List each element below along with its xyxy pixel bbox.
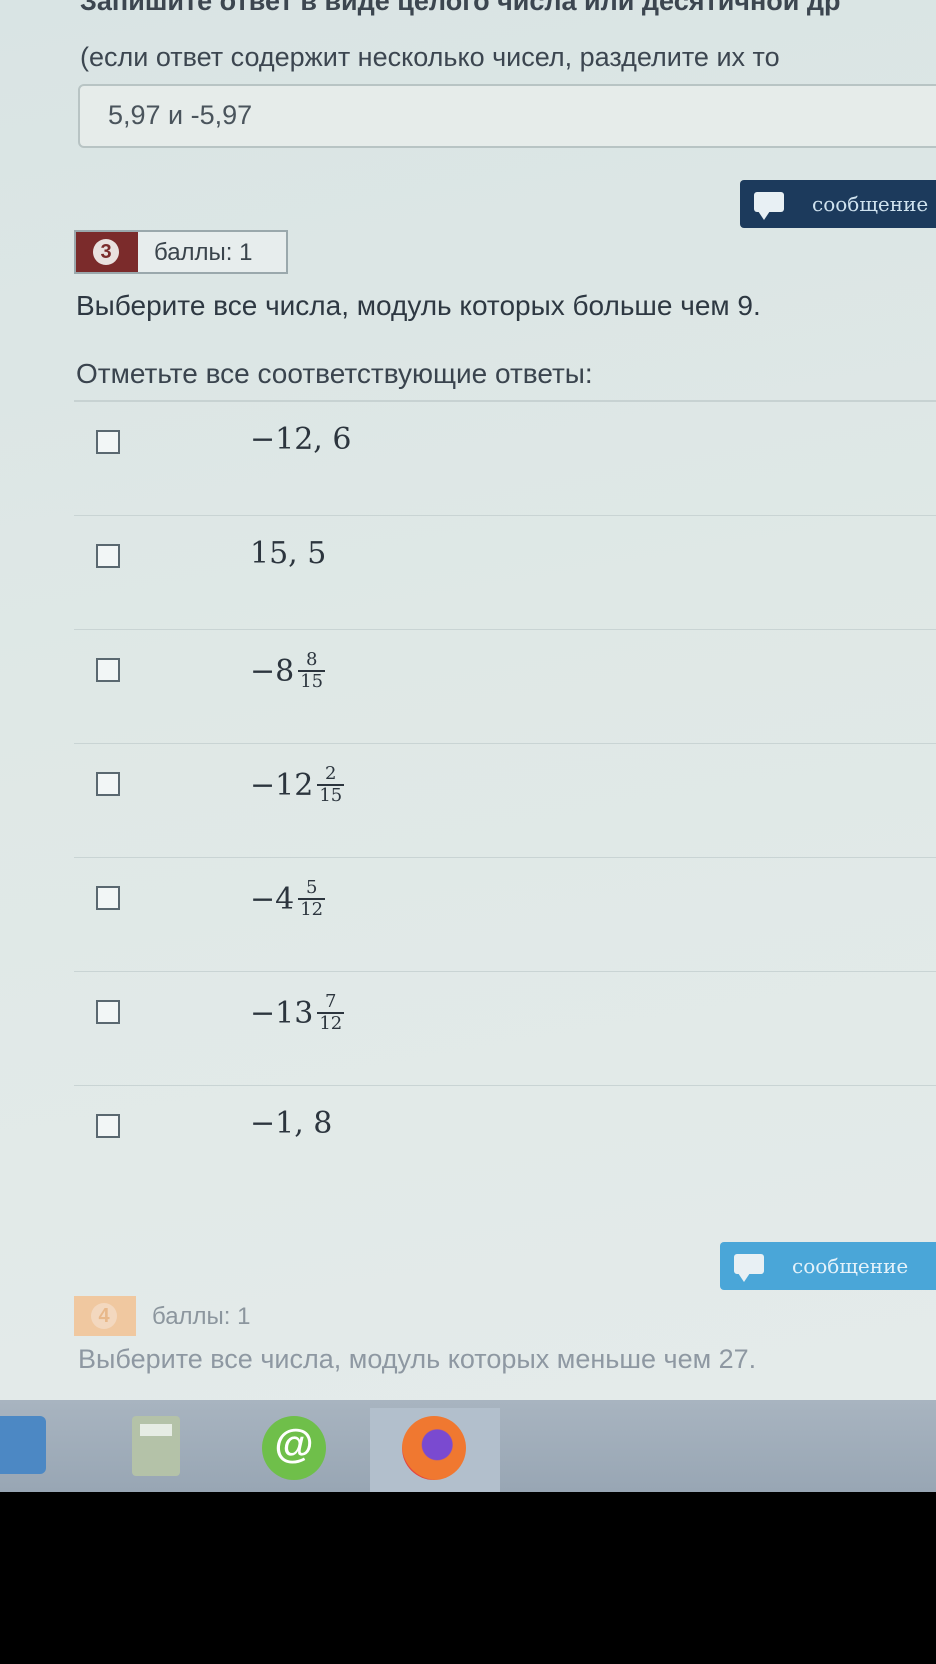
answer-option[interactable]: 15, 5 (74, 516, 936, 630)
option-checkbox[interactable] (96, 1000, 120, 1024)
question-points: баллы: 1 (152, 1303, 251, 1330)
option-checkbox[interactable] (96, 886, 120, 910)
firefox-icon[interactable] (402, 1416, 466, 1480)
message-button[interactable]: сообщение (740, 180, 936, 228)
answer-option[interactable]: −8 8 15 (74, 630, 936, 744)
option-checkbox[interactable] (96, 1114, 120, 1138)
option-checkbox[interactable] (96, 658, 120, 682)
answer-option[interactable]: −4 5 12 (74, 858, 936, 972)
message-button-label: сообщение (792, 1254, 909, 1278)
option-value: 15, 5 (250, 536, 326, 571)
fraction-numerator: 8 (305, 649, 318, 670)
fraction-denominator: 12 (298, 898, 326, 920)
option-fraction: 8 15 (298, 649, 326, 692)
option-whole: −13 (250, 995, 314, 1031)
option-value: −12, 6 (250, 422, 351, 457)
option-fraction: 2 15 (317, 763, 345, 806)
question-text: Выберите все числа, модуль которых меньш… (78, 1344, 757, 1374)
browser-page: Запишите ответ в виде целого числа или д… (0, 0, 936, 1400)
answer-options-list: −12, 6 15, 5 −8 8 15 −12 2 15 −4 5 12 −1… (74, 400, 936, 1200)
option-whole: −4 (250, 881, 295, 917)
fraction-numerator: 2 (325, 763, 337, 784)
option-value: −12 2 15 (250, 763, 345, 806)
answer-option[interactable]: −12, 6 (74, 402, 936, 516)
option-checkbox[interactable] (96, 430, 120, 454)
option-fraction: 5 12 (298, 877, 326, 920)
question-text: Выберите все числа, модуль которых больш… (76, 290, 761, 321)
option-value: −1, 8 (250, 1106, 332, 1141)
question-points: баллы: 1 (154, 239, 253, 266)
question-badge: 4 баллы: 1 (74, 1296, 294, 1340)
answer-option[interactable]: −1, 8 (74, 1086, 936, 1200)
calculator-icon[interactable] (132, 1416, 180, 1476)
option-checkbox[interactable] (96, 772, 120, 796)
fraction-numerator: 7 (325, 991, 337, 1012)
fraction-denominator: 15 (298, 670, 326, 692)
question-number: 4 (91, 1303, 117, 1329)
answer-input[interactable]: 5,97 и -5,97 (78, 84, 936, 148)
prev-question-instruction: Запишите ответ в виде целого числа или д… (80, 0, 841, 16)
option-whole: −12, 6 (250, 422, 352, 457)
answer-option[interactable]: −13 7 12 (74, 972, 936, 1086)
fraction-denominator: 15 (317, 784, 345, 806)
question-number-box: 4 (74, 1296, 136, 1336)
message-button-label: сообщение (812, 192, 929, 216)
question-badge: 3 баллы: 1 (74, 230, 288, 274)
option-value: −4 5 12 (250, 877, 326, 920)
option-whole: −8 (250, 653, 295, 689)
option-whole: −1, 8 (250, 1106, 333, 1141)
settings-icon[interactable] (0, 1416, 46, 1474)
taskbar (0, 1400, 936, 1492)
fraction-denominator: 12 (317, 1012, 345, 1034)
option-value: −13 7 12 (250, 991, 345, 1034)
speech-bubble-icon (754, 192, 784, 220)
question-number-box: 3 (76, 232, 138, 272)
question-instruction: Отметьте все соответствующие ответы: (76, 358, 593, 389)
option-whole: −12 (250, 767, 314, 803)
answer-option[interactable]: −12 2 15 (74, 744, 936, 858)
option-whole: 15, 5 (250, 536, 327, 571)
screen-bezel (0, 1492, 936, 1664)
question-number: 3 (93, 239, 119, 265)
mail-agent-icon[interactable] (262, 1416, 326, 1480)
speech-bubble-icon (734, 1254, 764, 1282)
message-button[interactable]: сообщение (720, 1242, 936, 1290)
option-value: −8 8 15 (250, 649, 326, 692)
answer-input-value: 5,97 и -5,97 (108, 100, 253, 130)
option-checkbox[interactable] (96, 544, 120, 568)
option-fraction: 7 12 (317, 991, 345, 1034)
prev-question-instruction-note: (если ответ содержит несколько чисел, ра… (80, 42, 780, 72)
fraction-numerator: 5 (305, 877, 318, 898)
